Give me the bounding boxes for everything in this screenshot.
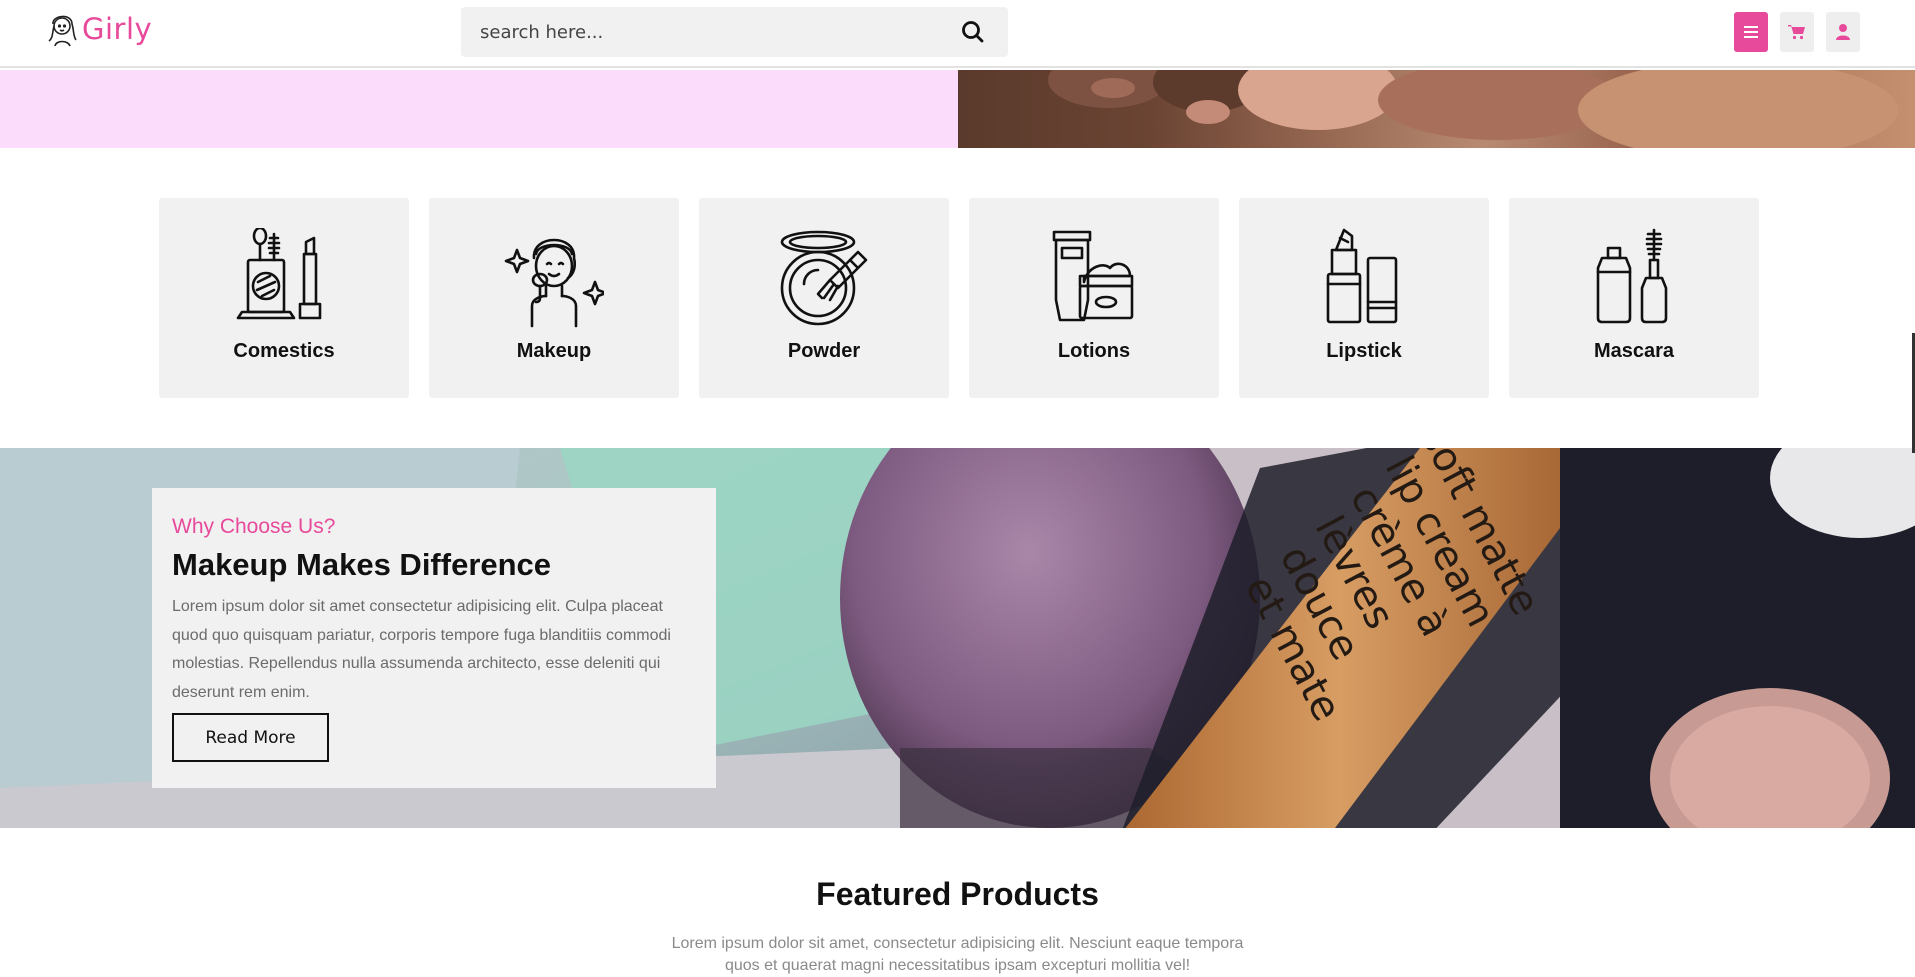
- powder-compact-icon: [780, 230, 868, 326]
- search-button[interactable]: [960, 19, 986, 45]
- menu-icon: [1744, 26, 1758, 38]
- search-bar: [461, 7, 1008, 57]
- mascara-icon: [1596, 228, 1668, 324]
- girl-logo-icon: [48, 15, 77, 47]
- category-card-cosmetics[interactable]: Comestics: [159, 198, 409, 398]
- category-label: Lipstick: [1326, 340, 1402, 362]
- search-input[interactable]: [461, 7, 941, 57]
- search-icon: [962, 21, 984, 43]
- category-label: Powder: [787, 340, 861, 362]
- category-card-mascara[interactable]: Mascara: [1509, 198, 1759, 398]
- featured-products-description: Lorem ipsum dolor sit amet, consectetur …: [671, 935, 1244, 974]
- category-label: Makeup: [516, 340, 592, 362]
- cosmetics-icon: [236, 228, 322, 320]
- site-header: Girly: [0, 0, 1915, 68]
- logo[interactable]: Girly: [46, 10, 152, 48]
- category-list: Comestics Makeup Powder Lotions Lipstick…: [159, 198, 1759, 398]
- hero-banner-left: [0, 70, 958, 148]
- why-choose-us-card: Why Choose Us? Makeup Makes Difference L…: [152, 488, 716, 788]
- section-description: Lorem ipsum dolor sit amet consectetur a…: [172, 598, 671, 701]
- category-label: Mascara: [1593, 340, 1675, 362]
- section-kicker: Why Choose Us?: [172, 515, 336, 538]
- user-button[interactable]: [1826, 12, 1860, 52]
- category-card-lotions[interactable]: Lotions: [969, 198, 1219, 398]
- category-label: Comestics: [233, 340, 335, 362]
- read-more-button[interactable]: Read More: [172, 713, 329, 762]
- logo-text: Girly: [82, 12, 153, 46]
- category-card-lipstick[interactable]: Lipstick: [1239, 198, 1489, 398]
- category-card-makeup[interactable]: Makeup: [429, 198, 679, 398]
- category-card-powder[interactable]: Powder: [699, 198, 949, 398]
- menu-button[interactable]: [1734, 12, 1768, 52]
- makeup-face-icon: [504, 238, 604, 328]
- section-title: Makeup Makes Difference: [172, 547, 552, 582]
- hands-nails-image: [1048, 70, 1898, 148]
- category-label: Lotions: [1057, 340, 1131, 362]
- why-choose-us-section: soft matte lip cream crème à lèvres douc…: [0, 448, 1915, 828]
- cart-button[interactable]: [1780, 12, 1814, 52]
- user-icon: [1836, 24, 1850, 40]
- cart-icon: [1788, 25, 1805, 40]
- lotion-tube-jar-icon: [1052, 230, 1134, 322]
- lipstick-icon: [1326, 228, 1398, 324]
- featured-products-title: Featured Products: [816, 876, 1099, 912]
- hero-banner-image: [958, 70, 1915, 148]
